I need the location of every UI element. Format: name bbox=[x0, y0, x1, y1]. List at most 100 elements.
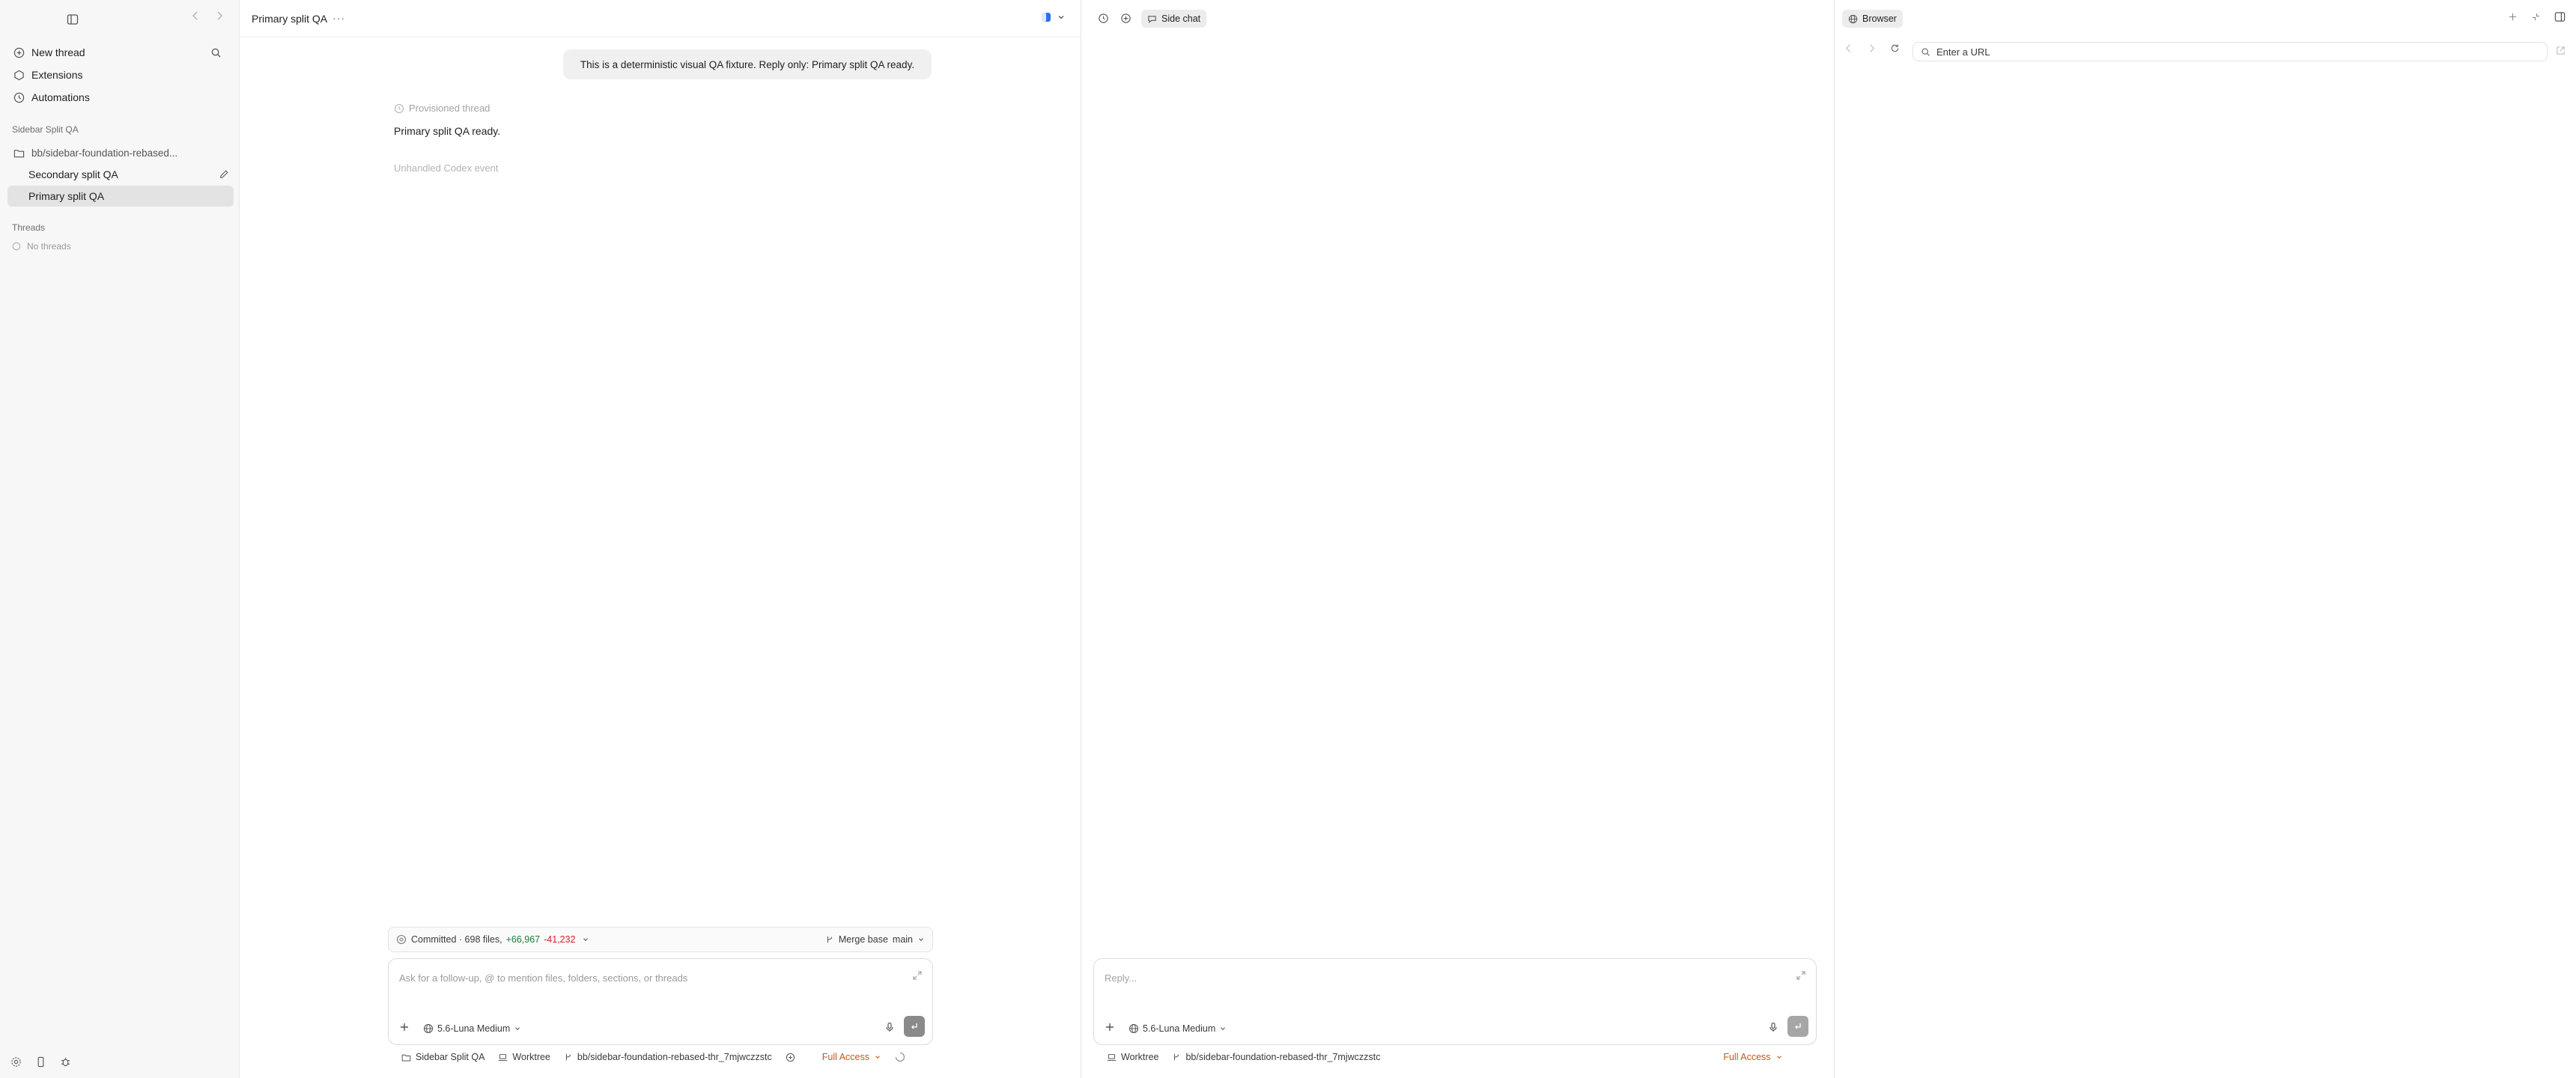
composer-footer: Sidebar Split QA Worktree bb/sidebar-fou… bbox=[401, 1048, 905, 1066]
lines-added: +66,967 bbox=[505, 934, 541, 945]
browser-actions bbox=[2508, 11, 2566, 22]
folder-icon bbox=[401, 1054, 411, 1061]
assistant-reply: Primary split QA ready. bbox=[394, 125, 501, 137]
side-composer-footer: Worktree bb/sidebar-foundation-rebased-t… bbox=[1107, 1048, 1783, 1066]
search-icon bbox=[1922, 47, 1930, 56]
access-label: Full Access bbox=[821, 1052, 869, 1062]
add-icon[interactable] bbox=[1105, 1022, 1115, 1032]
no-threads-label: No threads bbox=[27, 241, 71, 252]
laptop-icon bbox=[499, 1053, 508, 1061]
send-icon bbox=[1795, 1023, 1801, 1029]
branch-selector[interactable]: bb/sidebar-foundation-rebased-thr_7mjwcz… bbox=[1172, 1052, 1380, 1062]
extensions-icon bbox=[12, 70, 25, 81]
merge-base-value: main bbox=[892, 934, 913, 945]
side-model-selector[interactable]: 5.6-Luna Medium bbox=[1128, 1023, 1227, 1034]
back-arrow-icon[interactable] bbox=[1844, 43, 1853, 53]
compose-icon bbox=[12, 47, 25, 58]
add-icon[interactable] bbox=[399, 1022, 410, 1032]
main-header: Primary split QA ··· bbox=[240, 0, 1081, 37]
threads-section-title: Threads bbox=[12, 222, 46, 233]
worktree-label: Worktree bbox=[512, 1052, 550, 1062]
expand-icon[interactable] bbox=[913, 971, 922, 980]
open-in-button[interactable] bbox=[1040, 11, 1066, 23]
add-circle-icon[interactable] bbox=[786, 1053, 795, 1062]
commit-summary-bar[interactable]: Committed · 698 files, +66,967 -41,232 M… bbox=[388, 927, 933, 952]
add-circle-icon[interactable] bbox=[1120, 13, 1131, 24]
new-thread-button[interactable]: New thread bbox=[7, 42, 231, 63]
main-chat-pane: Primary split QA ··· This is a determini… bbox=[240, 0, 1081, 1078]
branch-icon bbox=[1174, 1053, 1179, 1061]
composer-input[interactable]: Ask for a follow-up, @ to mention files,… bbox=[399, 972, 687, 984]
project-section-title: Sidebar Split QA bbox=[12, 124, 79, 135]
loading-spinner-icon bbox=[895, 1052, 905, 1062]
sidebar-footer bbox=[10, 1056, 71, 1068]
tab-side-chat[interactable]: Side chat bbox=[1141, 10, 1207, 28]
commit-icon bbox=[396, 934, 407, 945]
model-selector[interactable]: 5.6-Luna Medium bbox=[423, 1023, 521, 1034]
project-selector[interactable]: Sidebar Split QA bbox=[401, 1052, 484, 1062]
page-title: Primary split QA bbox=[252, 13, 328, 25]
globe-icon bbox=[1128, 1023, 1139, 1034]
project-label: Sidebar Split QA bbox=[416, 1052, 485, 1062]
unhandled-event-text: Unhandled Codex event bbox=[394, 162, 499, 174]
access-selector[interactable]: Full Access bbox=[1723, 1052, 1782, 1062]
bug-icon[interactable] bbox=[60, 1056, 71, 1068]
add-tab-icon[interactable] bbox=[2508, 11, 2518, 22]
branch-label: bb/sidebar-foundation-rebased-thr_7mjwcz… bbox=[577, 1052, 772, 1062]
access-selector[interactable]: Full Access bbox=[822, 1052, 881, 1062]
side-composer-input[interactable]: Reply... bbox=[1105, 972, 1137, 984]
app-icon bbox=[1040, 11, 1052, 23]
forward-arrow-icon[interactable] bbox=[214, 10, 225, 21]
microphone-icon[interactable] bbox=[1768, 1022, 1778, 1032]
side-send-button[interactable] bbox=[1787, 1016, 1808, 1037]
send-icon bbox=[911, 1023, 917, 1029]
sidebar-toggle-icon[interactable] bbox=[64, 11, 81, 28]
collapse-icon[interactable] bbox=[2531, 11, 2541, 22]
side-chat-header: Side chat bbox=[1081, 0, 1834, 37]
side-composer[interactable]: Reply... 5.6-Luna Medium bbox=[1093, 958, 1817, 1045]
provisioned-label: Provisioned thread bbox=[409, 103, 490, 114]
merge-base-selector[interactable]: Merge base main bbox=[825, 934, 925, 945]
send-button[interactable] bbox=[904, 1016, 925, 1037]
more-menu-button[interactable]: ··· bbox=[332, 12, 345, 24]
app-window: New thread Extensions Automations Sideba… bbox=[0, 0, 2576, 1078]
thread-label: Secondary split QA bbox=[28, 168, 118, 180]
worktree-label: Worktree bbox=[1121, 1052, 1159, 1062]
tab-label: Browser bbox=[1862, 13, 1897, 24]
chevron-down-icon bbox=[875, 1056, 880, 1059]
worktree-selector[interactable]: Worktree bbox=[498, 1052, 550, 1062]
phone-icon[interactable] bbox=[35, 1056, 46, 1068]
user-message-bubble: This is a deterministic visual QA fixtur… bbox=[563, 49, 932, 79]
merge-base-label: Merge base bbox=[838, 934, 888, 945]
chevron-down-icon bbox=[1057, 13, 1066, 22]
forward-arrow-icon[interactable] bbox=[1867, 43, 1877, 53]
microphone-icon[interactable] bbox=[884, 1022, 895, 1032]
browser-pane: Browser Enter a URL bbox=[1835, 0, 2576, 1078]
branch-icon bbox=[827, 936, 832, 943]
open-external-icon[interactable] bbox=[2556, 46, 2566, 55]
access-label: Full Access bbox=[1723, 1052, 1771, 1062]
composer[interactable]: Ask for a follow-up, @ to mention files,… bbox=[388, 958, 933, 1045]
branch-label: bb/sidebar-foundation-rebased-thr_7mjwcz… bbox=[1185, 1052, 1381, 1062]
expand-icon[interactable] bbox=[1796, 971, 1805, 980]
edit-icon[interactable] bbox=[219, 169, 229, 180]
back-arrow-icon[interactable] bbox=[190, 10, 201, 21]
tab-browser[interactable]: Browser bbox=[1842, 10, 1903, 28]
commit-prefix: Committed · 698 files, bbox=[411, 934, 502, 945]
extensions-nav-item[interactable]: Extensions bbox=[7, 64, 231, 85]
reload-icon[interactable] bbox=[1890, 43, 1900, 53]
history-icon[interactable] bbox=[1098, 13, 1109, 24]
automations-nav-item[interactable]: Automations bbox=[7, 87, 231, 108]
worktree-selector[interactable]: Worktree bbox=[1107, 1052, 1158, 1062]
branch-folder-item[interactable]: bb/sidebar-foundation-rebased... bbox=[7, 142, 231, 163]
url-bar[interactable]: Enter a URL bbox=[1913, 42, 2548, 61]
thread-item-secondary[interactable]: Secondary split QA bbox=[7, 164, 234, 185]
panel-toggle-icon[interactable] bbox=[2554, 11, 2566, 22]
search-icon[interactable] bbox=[209, 47, 222, 58]
empty-circle-icon bbox=[12, 242, 21, 251]
branch-selector[interactable]: bb/sidebar-foundation-rebased-thr_7mjwcz… bbox=[564, 1052, 772, 1062]
settings-icon[interactable] bbox=[10, 1056, 22, 1068]
thread-label: Primary split QA bbox=[28, 190, 105, 202]
side-chat-pane: Side chat Reply... 5.6-Luna Medium Workt… bbox=[1081, 0, 1835, 1078]
thread-item-primary[interactable]: Primary split QA bbox=[7, 186, 234, 207]
